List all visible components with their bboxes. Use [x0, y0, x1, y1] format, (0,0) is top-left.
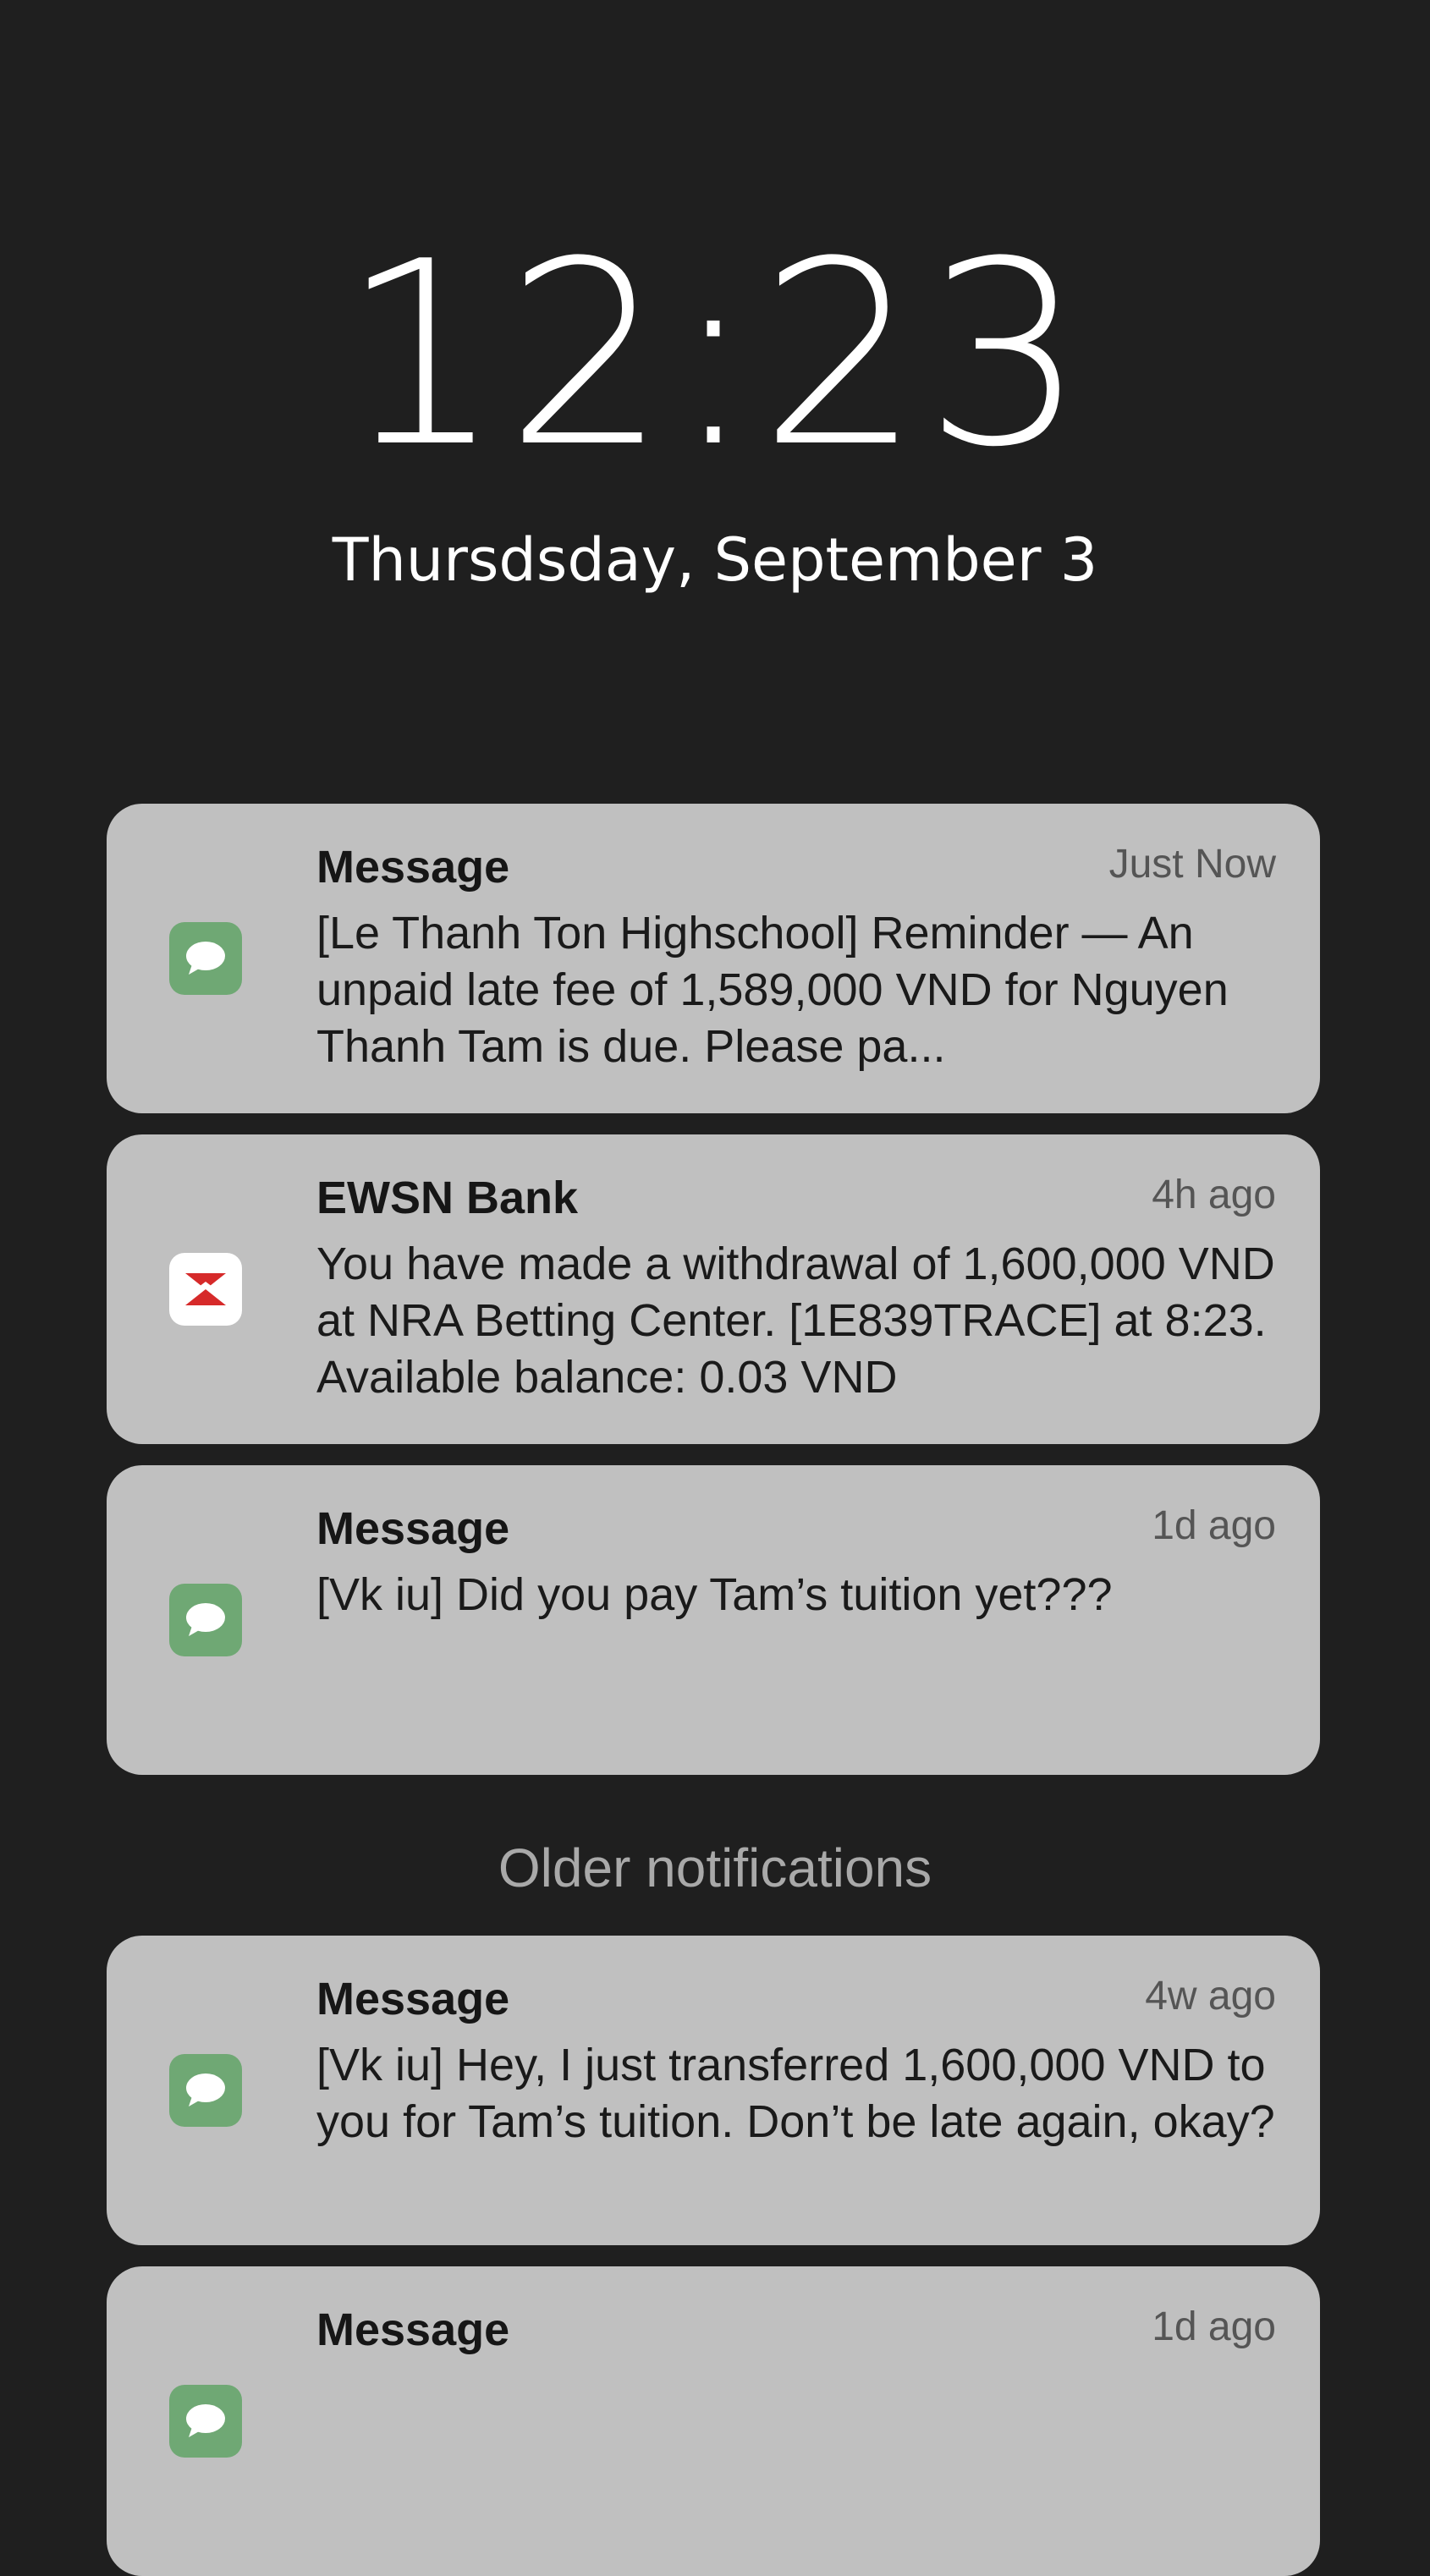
notification-time: 1d ago: [1152, 2304, 1276, 2349]
chat-bubble-icon: [169, 2385, 242, 2458]
older-notifications-label: Older notifications: [498, 1837, 932, 1898]
notification-time: 4w ago: [1145, 1974, 1276, 2019]
notification-time: 4h ago: [1152, 1173, 1276, 1217]
notification-app-name: Message: [316, 842, 510, 893]
notification-card[interactable]: Message Just Now [Le Thanh Ton Highschoo…: [107, 804, 1320, 1113]
notification-card[interactable]: EWSN Bank 4h ago You have made a withdra…: [107, 1134, 1320, 1444]
lockscreen-date: Thursdsday, September 3: [332, 525, 1098, 595]
lockscreen-clock: 12:23: [340, 207, 1090, 503]
notification-time: Just Now: [1108, 842, 1276, 887]
notification-body: [Vk iu] Did you pay Tam’s tuition yet???: [316, 1569, 1113, 1620]
notification-body: You have made a withdrawal of 1,600,000 …: [316, 1239, 1275, 1403]
notification-app-name: Message: [316, 1503, 510, 1554]
notification-app-name: EWSN Bank: [316, 1173, 579, 1223]
chat-bubble-icon: [169, 2054, 242, 2127]
notification-card[interactable]: Message 1d ago [Vk iu] Did you pay Tam’s…: [107, 1465, 1320, 1775]
notification-card[interactable]: Message 1d ago: [107, 2266, 1320, 2576]
notification-app-name: Message: [316, 1974, 510, 2024]
notification-card[interactable]: Message 4w ago [Vk iu] Hey, I just trans…: [107, 1936, 1320, 2245]
notification-body: [Le Thanh Ton Highschool] Reminder — An …: [316, 908, 1229, 1072]
chat-bubble-icon: [169, 922, 242, 995]
bank-logo-icon: [169, 1253, 242, 1326]
notification-time: 1d ago: [1152, 1503, 1276, 1548]
notification-body: [Vk iu] Hey, I just transferred 1,600,00…: [316, 2040, 1275, 2147]
chat-bubble-icon: [169, 1584, 242, 1656]
notification-app-name: Message: [316, 2304, 510, 2355]
